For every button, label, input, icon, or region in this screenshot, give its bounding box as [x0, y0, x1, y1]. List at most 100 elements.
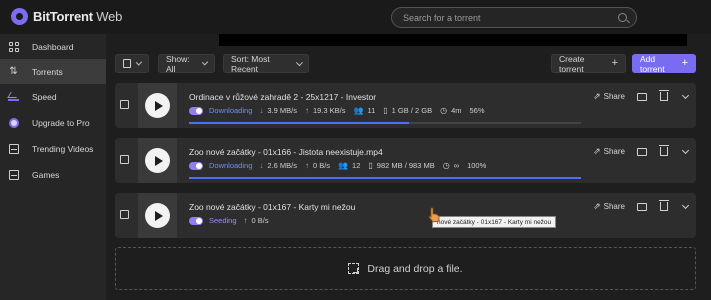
- hand-cursor-icon: [428, 207, 440, 223]
- torrent-stats: Seeding ↑ 0 B/s: [189, 216, 277, 225]
- sort-label: Sort: Most Recent: [231, 53, 270, 74]
- share-button[interactable]: ⇗ Share: [593, 201, 625, 212]
- clock-icon: ◷: [440, 106, 448, 115]
- sidebar-item-dashboard[interactable]: Dashboard: [0, 34, 106, 59]
- sidebar-item-label: Upgrade to Pro: [32, 117, 90, 128]
- bittorrent-logo-icon: [11, 8, 28, 25]
- sidebar-item-label: Torrents: [32, 66, 63, 77]
- progress-bar: [189, 122, 581, 124]
- torrent-title: Zoo nové začátky - 01x167 - Karty mi než…: [189, 202, 356, 212]
- trash-icon[interactable]: [659, 145, 669, 156]
- progress-fill: [189, 177, 581, 179]
- search-placeholder: Search for a torrent: [403, 13, 481, 23]
- folder-icon[interactable]: [637, 202, 647, 211]
- play-button[interactable]: [138, 193, 177, 238]
- video-icon: [8, 143, 19, 154]
- upload-arrow-icon: ↑: [304, 106, 309, 115]
- add-torrent-label: Add torrent: [640, 53, 665, 74]
- download-arrow-icon: ↓: [259, 161, 264, 170]
- select-all-dropdown[interactable]: [115, 54, 149, 73]
- sidebar-item-games[interactable]: Games: [0, 162, 106, 187]
- app-logo[interactable]: BitTorrent Web: [11, 8, 122, 25]
- play-button[interactable]: [138, 83, 177, 128]
- share-label: Share: [603, 92, 625, 101]
- speed-icon: [8, 91, 19, 102]
- file-size: 1 GB / 2 GB: [391, 106, 433, 115]
- torrent-stats: Downloading ↓ 2.6 MB/s ↑ 0 B/s 👥 12 ▯ 982 MB…: [189, 161, 494, 170]
- show-filter-label: Show: All: [166, 53, 190, 74]
- upload-arrow-icon: ↑: [304, 161, 309, 170]
- torrent-title: Zoo nové začátky - 01x166 - Jistota neex…: [189, 147, 383, 157]
- torrent-actions: ⇗ Share: [593, 200, 690, 212]
- create-torrent-button[interactable]: Create torrent +: [551, 53, 626, 74]
- peer-count: 12: [352, 161, 361, 170]
- file-drop-zone[interactable]: Drag and drop a file.: [115, 247, 696, 290]
- torrent-stats: Downloading ↓ 3.9 MB/s ↑ 19.3 KB/s 👥 11 ▯ 1 …: [189, 106, 493, 115]
- games-icon: [8, 169, 19, 180]
- share-button[interactable]: ⇗ Share: [593, 146, 625, 157]
- peers-icon: 👥: [353, 106, 364, 115]
- chevron-down-icon: [135, 58, 143, 66]
- sidebar-item-torrents[interactable]: ⇅ Torrents: [0, 59, 106, 84]
- torrent-row[interactable]: Zoo nové začátky - 01x166 - Jistota neex…: [115, 138, 696, 183]
- torrent-checkbox[interactable]: [120, 155, 129, 164]
- torrent-actions: ⇗ Share: [593, 145, 690, 157]
- torrent-toggle[interactable]: [189, 106, 203, 115]
- torrent-toggle[interactable]: [189, 161, 203, 170]
- file-icon: ▯: [383, 106, 388, 115]
- play-button[interactable]: [138, 138, 177, 183]
- peers-icon: 👥: [338, 161, 349, 170]
- create-torrent-label: Create torrent: [559, 53, 585, 74]
- file-size: 982 MB / 983 MB: [376, 161, 435, 170]
- trash-icon[interactable]: [659, 90, 669, 101]
- torrent-row[interactable]: Ordinace v růžové zahradě 2 - 25x1217 - …: [115, 83, 696, 128]
- plus-icon: +: [681, 57, 688, 69]
- play-icon: [154, 100, 163, 111]
- status-text: Seeding: [209, 216, 237, 225]
- file-icon: ▯: [368, 161, 373, 170]
- progress-bar: [189, 177, 581, 179]
- share-label: Share: [603, 147, 625, 156]
- add-torrent-button[interactable]: Add torrent +: [632, 53, 696, 74]
- share-button[interactable]: ⇗ Share: [593, 91, 625, 102]
- folder-icon[interactable]: [637, 92, 647, 101]
- download-speed: 3.9 MB/s: [267, 106, 297, 115]
- eta: ∞: [453, 161, 460, 170]
- select-all-checkbox[interactable]: [123, 59, 131, 68]
- eta: 4m: [451, 106, 462, 115]
- top-header: BitTorrent Web Search for a torrent: [0, 0, 711, 34]
- download-arrow-icon: ↓: [259, 106, 264, 115]
- torrent-checkbox[interactable]: [120, 210, 129, 219]
- expand-chevron-icon[interactable]: [681, 91, 690, 99]
- search-icon[interactable]: [618, 13, 627, 22]
- sort-dropdown[interactable]: Sort: Most Recent: [223, 53, 309, 74]
- share-icon: ⇗: [593, 91, 601, 101]
- pro-icon: [8, 117, 19, 128]
- torrent-checkbox[interactable]: [120, 100, 129, 109]
- show-filter-dropdown[interactable]: Show: All: [158, 53, 215, 74]
- sidebar-item-upgrade[interactable]: Upgrade to Pro: [0, 110, 106, 135]
- folder-icon[interactable]: [637, 147, 647, 156]
- expand-chevron-icon[interactable]: [681, 146, 690, 154]
- app-title: BitTorrent Web: [33, 9, 123, 24]
- chevron-down-icon: [201, 58, 209, 66]
- search-input[interactable]: Search for a torrent: [391, 7, 637, 28]
- play-icon: [154, 155, 163, 166]
- sidebar-item-trending-videos[interactable]: Trending Videos: [0, 136, 106, 161]
- clock-icon: ◷: [442, 161, 450, 170]
- sidebar-item-label: Speed: [32, 91, 57, 102]
- share-icon: ⇗: [593, 146, 601, 156]
- chevron-down-icon: [295, 58, 303, 66]
- upload-speed: 0 B/s: [251, 216, 269, 225]
- expand-chevron-icon[interactable]: [681, 201, 690, 209]
- torrent-row[interactable]: Zoo nové začátky - 01x167 - Karty mi než…: [115, 193, 696, 238]
- plus-icon: +: [611, 57, 618, 69]
- percent-complete: 100%: [467, 161, 487, 170]
- trash-icon[interactable]: [659, 200, 669, 211]
- sidebar: Dashboard ⇅ Torrents Speed Upgrade to Pr…: [0, 34, 106, 300]
- drop-file-icon: [348, 263, 360, 274]
- sidebar-item-speed[interactable]: Speed: [0, 84, 106, 109]
- sidebar-item-label: Games: [32, 169, 60, 180]
- torrent-toggle[interactable]: [189, 216, 203, 225]
- sidebar-item-label: Dashboard: [32, 41, 74, 52]
